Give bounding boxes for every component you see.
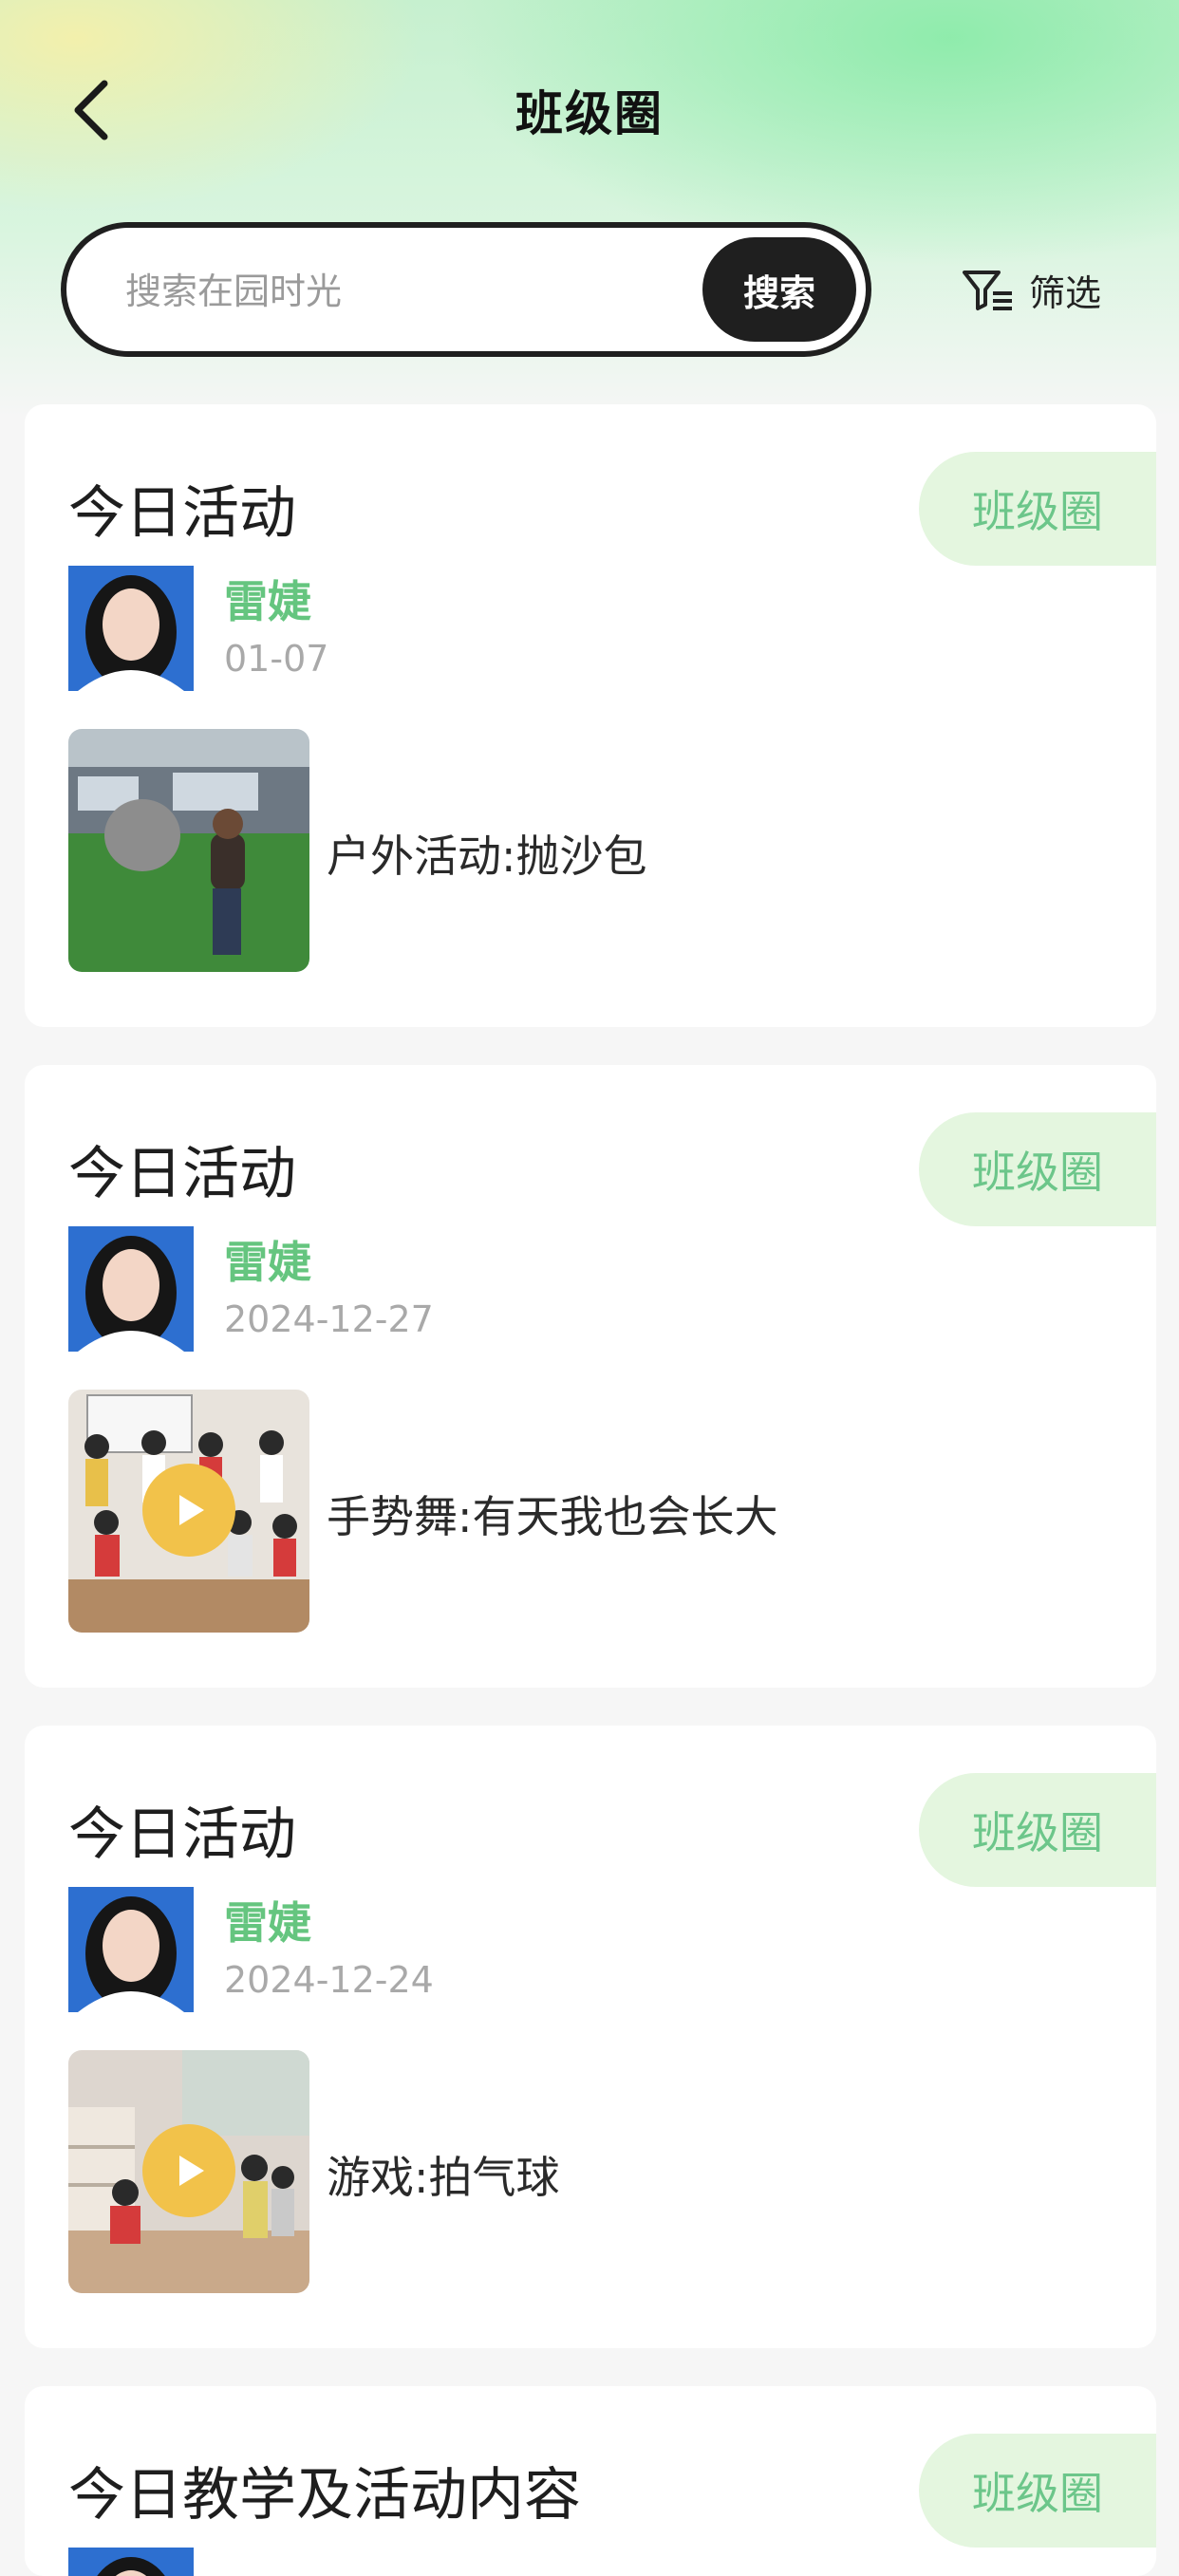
post-title: 今日活动 — [68, 1801, 296, 1868]
class-circle-tag[interactable]: 班级圈 — [919, 452, 1156, 566]
avatar[interactable] — [68, 1887, 194, 2012]
author-name: 雷婕 — [224, 1237, 311, 1288]
play-button[interactable] — [142, 2124, 235, 2217]
class-circle-tag[interactable]: 班级圈 — [919, 2434, 1156, 2548]
post-card[interactable]: 今日活动 班级圈 雷婕 01-07 户外活动:抛沙包 — [25, 404, 1156, 1027]
post-date: 01-07 — [224, 638, 329, 680]
play-icon — [179, 2156, 204, 2186]
post-caption: 户外活动:抛沙包 — [327, 831, 647, 882]
avatar[interactable] — [68, 566, 194, 691]
avatar[interactable] — [68, 2548, 194, 2576]
search-bar: 搜索 — [61, 222, 871, 357]
class-circle-tag[interactable]: 班级圈 — [919, 1773, 1156, 1887]
post-title: 今日活动 — [68, 1141, 296, 1207]
filter-label: 筛选 — [1029, 271, 1102, 314]
avatar[interactable] — [68, 1226, 194, 1352]
play-button[interactable] — [142, 1464, 235, 1557]
play-icon — [179, 1495, 204, 1525]
search-button[interactable]: 搜索 — [702, 237, 856, 342]
class-circle-tag[interactable]: 班级圈 — [919, 1112, 1156, 1226]
author-name: 雷婕 — [224, 576, 311, 627]
post-image[interactable] — [68, 729, 309, 972]
post-caption: 游戏:拍气球 — [327, 2152, 560, 2203]
filter-button[interactable]: 筛选 — [961, 256, 1101, 323]
post-date: 2024-12-24 — [224, 1959, 434, 2001]
author-name: 雷婕 — [224, 1897, 311, 1949]
post-video-thumbnail[interactable] — [68, 1390, 309, 1633]
post-card[interactable]: 今日教学及活动内容 班级圈 — [25, 2386, 1156, 2576]
post-card[interactable]: 今日活动 班级圈 雷婕 2024-12-27 手势舞:有天我也会长大 — [25, 1065, 1156, 1688]
page-title: 班级圈 — [515, 86, 664, 141]
post-caption: 手势舞:有天我也会长大 — [327, 1491, 778, 1542]
filter-icon — [963, 271, 1012, 310]
post-date: 2024-12-27 — [224, 1298, 434, 1340]
post-card[interactable]: 今日活动 班级圈 雷婕 2024-12-24 游戏:拍气球 — [25, 1726, 1156, 2348]
post-title: 今日教学及活动内容 — [68, 2462, 581, 2529]
post-video-thumbnail[interactable] — [68, 2050, 309, 2293]
app-header: 班级圈 — [0, 57, 1179, 161]
search-input[interactable] — [123, 252, 735, 330]
post-title: 今日活动 — [68, 480, 296, 547]
